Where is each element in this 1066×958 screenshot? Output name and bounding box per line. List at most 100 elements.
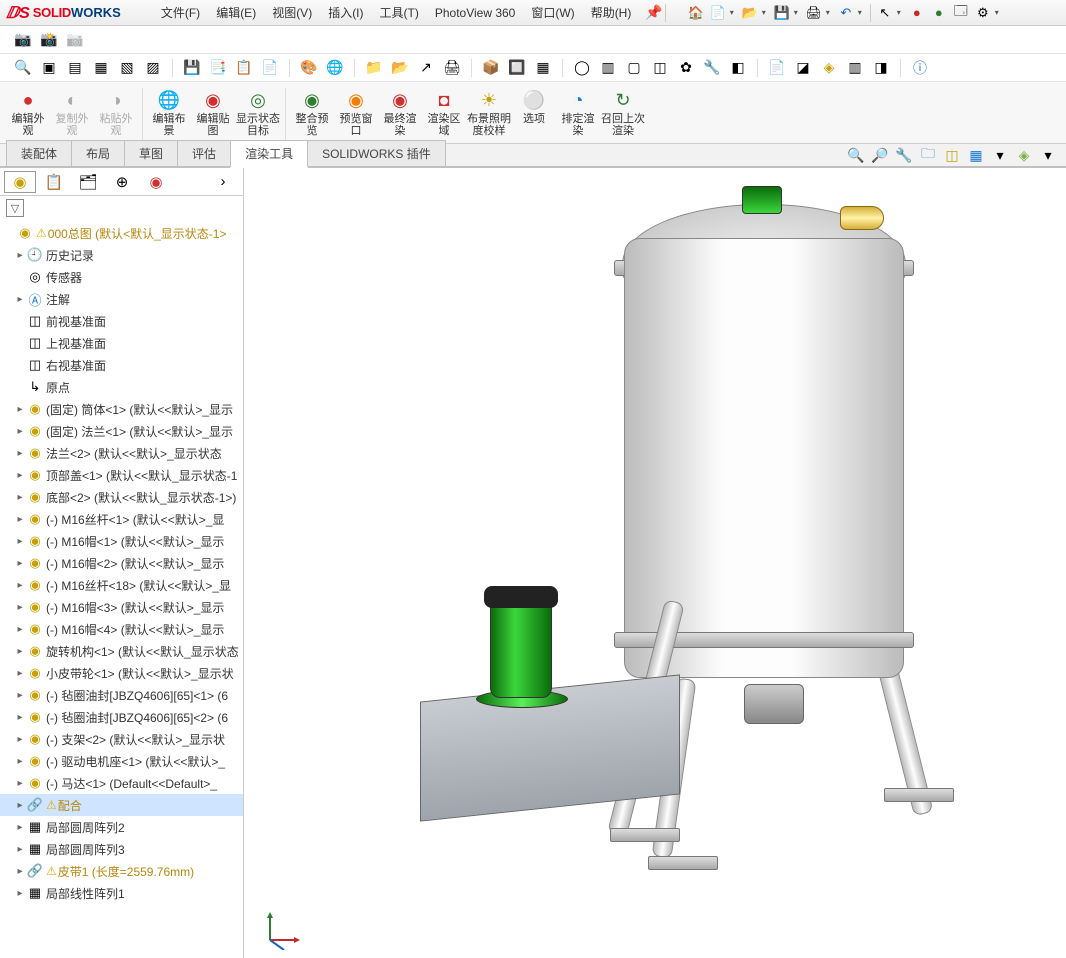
tb-btn-27[interactable]: 📄 <box>766 58 788 78</box>
graphics-viewport[interactable] <box>244 168 1066 958</box>
tb-btn-15[interactable]: ↗ <box>415 58 437 78</box>
cm-schedule-render[interactable]: ◔排定渲染 <box>556 86 600 139</box>
tb-btn-8[interactable]: 📑 <box>207 58 229 78</box>
tb-appearance-icon[interactable]: 🎨 <box>298 58 320 78</box>
appearance-drop-icon[interactable]: ▾ <box>990 146 1010 164</box>
tree-pattern[interactable]: ▸▦局部线性阵列1 <box>0 882 243 904</box>
tab-evaluate[interactable]: 评估 <box>177 140 231 166</box>
cm-scene-light-cal[interactable]: ☀布景照明度校样 <box>466 86 512 139</box>
settings-button[interactable]: ⚙ <box>973 4 993 22</box>
tb-btn-5[interactable]: ▧ <box>116 58 138 78</box>
property-manager-tab[interactable]: 📋 <box>38 171 70 193</box>
tree-item[interactable]: ▸◉(-) 支架<2> (默认<<默认>_显示状 <box>0 728 243 750</box>
hide-show-icon[interactable]: ▦ <box>966 146 986 164</box>
menu-help[interactable]: 帮助(H) <box>583 1 640 24</box>
cm-final-render[interactable]: ◉最终渲染 <box>378 86 422 139</box>
tree-item[interactable]: ▸◉底部<2> (默认<<默认_显示状态-1>) <box>0 486 243 508</box>
tb-btn-30[interactable]: ▥ <box>844 58 866 78</box>
tb-btn-9[interactable]: 📋 <box>233 58 255 78</box>
more-drop-icon[interactable]: ▾ <box>1038 146 1058 164</box>
tb-btn-17[interactable]: 📦 <box>480 58 502 78</box>
tb-btn-7[interactable]: 💾 <box>181 58 203 78</box>
tb-btn-18[interactable]: 🔲 <box>506 58 528 78</box>
tb-btn-3[interactable]: ▤ <box>64 58 86 78</box>
configuration-tab[interactable]: 🗂 <box>72 171 104 193</box>
menu-photoview[interactable]: PhotoView 360 <box>427 3 524 23</box>
camera-add-icon[interactable]: 📸 <box>38 30 60 50</box>
zoom-area-icon[interactable]: 🔎 <box>870 146 890 164</box>
tree-origin[interactable]: ↳原点 <box>0 376 243 398</box>
tb-circle-icon[interactable]: ◯ <box>571 58 593 78</box>
tree-pattern[interactable]: ▸▦局部圆周阵列2 <box>0 816 243 838</box>
print-button[interactable]: 🖨 <box>804 4 824 22</box>
tree-item[interactable]: ▸◉(-) M16帽<4> (默认<<默认>_显示 <box>0 618 243 640</box>
cm-edit-appearance[interactable]: ●编辑外观 <box>6 86 50 139</box>
select-button[interactable]: ↖ <box>875 4 895 22</box>
tree-item[interactable]: ▸◉(-) 马达<1> (Default<<Default>_ <box>0 772 243 794</box>
tb-btn-28[interactable]: ◪ <box>792 58 814 78</box>
tab-sketch[interactable]: 草图 <box>124 140 178 166</box>
cm-display-state-target[interactable]: ◎显示状态目标 <box>235 86 281 139</box>
tree-sensors[interactable]: ◎传感器 <box>0 266 243 288</box>
tree-front-plane[interactable]: ◫前视基准面 <box>0 310 243 332</box>
cm-recall-last-render[interactable]: ↻召回上次渲染 <box>600 86 646 139</box>
camera-icon[interactable]: 📷 <box>12 30 34 50</box>
cm-edit-scene[interactable]: 🌐编辑布景 <box>147 86 191 139</box>
options-button[interactable]: 🗔 <box>951 4 971 22</box>
view-orient-icon[interactable]: 🗀 <box>918 146 938 164</box>
menu-edit[interactable]: 编辑(E) <box>208 1 264 24</box>
tree-item[interactable]: ▸◉(固定) 筒体<1> (默认<<默认>_显示 <box>0 398 243 420</box>
tree-top-plane[interactable]: ◫上视基准面 <box>0 332 243 354</box>
view-triad-icon[interactable] <box>260 910 300 950</box>
tb-btn-22[interactable]: ▢ <box>623 58 645 78</box>
tab-layout[interactable]: 布局 <box>71 140 125 166</box>
filter-icon[interactable]: ▽ <box>6 199 24 217</box>
cm-integrated-preview[interactable]: ◉整合预览 <box>290 86 334 139</box>
tb-btn-19[interactable]: ▦ <box>532 58 554 78</box>
tb-btn-2[interactable]: ▣ <box>38 58 60 78</box>
cm-render-region[interactable]: ◘渲染区域 <box>422 86 466 139</box>
tb-btn-26[interactable]: ◧ <box>727 58 749 78</box>
tree-item[interactable]: ▸◉(-) M16帽<3> (默认<<默认>_显示 <box>0 596 243 618</box>
feature-tree[interactable]: ◉⚠000总图 (默认<默认_显示状态-1> ▸🕘历史记录 ◎传感器 ▸Ⓐ注解 … <box>0 220 243 958</box>
tab-assembly[interactable]: 装配体 <box>6 140 72 166</box>
display-manager-tab[interactable]: ◉ <box>140 171 172 193</box>
display-style-icon[interactable]: ◫ <box>942 146 962 164</box>
feature-manager-tab[interactable]: ◉ <box>4 171 36 193</box>
tree-right-plane[interactable]: ◫右视基准面 <box>0 354 243 376</box>
tb-print-icon[interactable]: 🖨 <box>441 58 463 78</box>
cm-options[interactable]: ⚪选项 <box>512 86 556 127</box>
menu-window[interactable]: 窗口(W) <box>523 1 582 24</box>
tb-btn-1[interactable]: 🔍 <box>12 58 34 78</box>
tab-render-tools[interactable]: 渲染工具 <box>230 140 308 168</box>
iso-cube-icon[interactable]: ◈ <box>1014 146 1034 164</box>
tb-btn-25[interactable]: 🔧 <box>701 58 723 78</box>
new-button[interactable]: 🏠 <box>686 4 706 22</box>
dimxpert-tab[interactable]: ⊕ <box>106 171 138 193</box>
tree-pattern[interactable]: ▸▦局部圆周阵列3 <box>0 838 243 860</box>
wrench-icon[interactable]: 🔧 <box>894 146 914 164</box>
tree-item[interactable]: ▸◉(-) M16帽<1> (默认<<默认>_显示 <box>0 530 243 552</box>
tree-item[interactable]: ▸◉(-) M16丝杆<1> (默认<<默认>_显 <box>0 508 243 530</box>
cm-edit-decal[interactable]: ◉编辑贴图 <box>191 86 235 139</box>
tb-diamond-icon[interactable]: ◈ <box>818 58 840 78</box>
rebuild-all-button[interactable]: ● <box>929 4 949 22</box>
zoom-fit-icon[interactable]: 🔍 <box>846 146 866 164</box>
tree-annotations[interactable]: ▸Ⓐ注解 <box>0 288 243 310</box>
tb-btn-4[interactable]: ▦ <box>90 58 112 78</box>
tree-item[interactable]: ▸◉(-) 驱动电机座<1> (默认<<默认>_ <box>0 750 243 772</box>
expand-tab-icon[interactable]: › <box>207 171 239 193</box>
tb-btn-10[interactable]: 📄 <box>259 58 281 78</box>
tree-item[interactable]: ▸◉(-) M16帽<2> (默认<<默认>_显示 <box>0 552 243 574</box>
tree-item[interactable]: ▸◉(-) 毡圈油封[JBZQ4606][65]<1> (6 <box>0 684 243 706</box>
rebuild-button[interactable]: ● <box>907 4 927 22</box>
pin-icon[interactable]: 📌 <box>645 4 662 21</box>
tb-globe-icon[interactable]: 🌐 <box>324 58 346 78</box>
tree-item[interactable]: ▸◉(固定) 法兰<1> (默认<<默认>_显示 <box>0 420 243 442</box>
tb-btn-6[interactable]: ▨ <box>142 58 164 78</box>
tab-sw-plugins[interactable]: SOLIDWORKS 插件 <box>307 140 446 166</box>
tree-item[interactable]: ▸◉顶部盖<1> (默认<<默认_显示状态-1 <box>0 464 243 486</box>
menu-tools[interactable]: 工具(T) <box>372 1 427 24</box>
new-doc-button[interactable]: 📄 <box>708 4 728 22</box>
tb-btn-21[interactable]: ▥ <box>597 58 619 78</box>
